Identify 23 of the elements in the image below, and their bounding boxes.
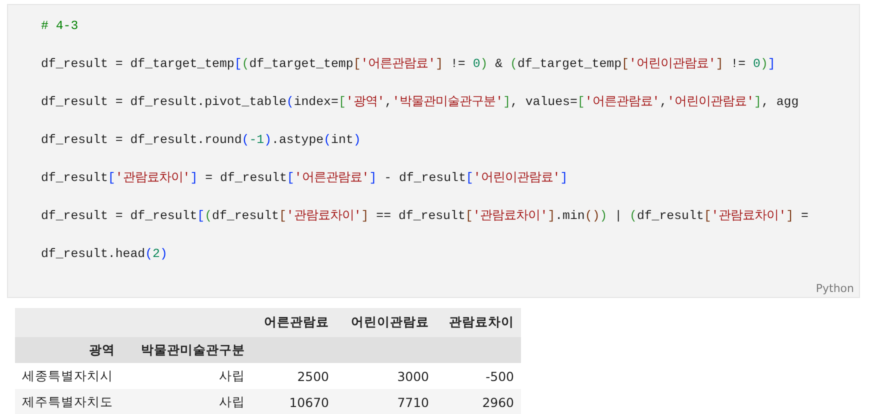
code-line: df_result = df_result.round(-1).astype(int) [41, 132, 361, 149]
index-cell: 제주특별자치도 [15, 389, 122, 414]
code-line: df_result = df_result[(df_result['관람료차이'] == df_result['관람료차이'].min()) | (df_result['관람료차이'] = [41, 208, 808, 225]
index-cell: 사립 [122, 363, 252, 389]
column-header: 어린이관람료 [336, 308, 436, 337]
table-cell: -500 [436, 363, 521, 389]
index-cell: 세종특별자치시 [15, 363, 122, 389]
table-cell: 2500 [252, 363, 336, 389]
code-line: df_result['관람료차이'] = df_result['어른관람료'] - df_result['어린이관람료'] [41, 170, 568, 187]
column-header: 어른관람료 [252, 308, 336, 337]
table-cell: 7710 [336, 389, 436, 414]
table-cell: 3000 [336, 363, 436, 389]
code-line: # 4-3 [41, 18, 78, 35]
table-cell: 10670 [252, 389, 336, 414]
code-line: df_result = df_result.pivot_table(index=['광역','박물관미술관구분'], values=['어른관람료','어린이관람료'], agg [41, 94, 799, 111]
index-header: 박물관미술관구분 [122, 337, 252, 363]
language-label: Python [816, 282, 854, 295]
table-cell: 2960 [436, 389, 521, 414]
index-cell: 사립 [122, 389, 252, 414]
column-header: 관람료차이 [436, 308, 521, 337]
index-header: 광역 [15, 337, 122, 363]
code-line: df_result = df_target_temp[(df_target_temp['어른관람료'] != 0) & (df_target_temp['어린이관람료'] != 0)] [41, 56, 776, 73]
code-line: df_result.head(2) [41, 246, 168, 263]
